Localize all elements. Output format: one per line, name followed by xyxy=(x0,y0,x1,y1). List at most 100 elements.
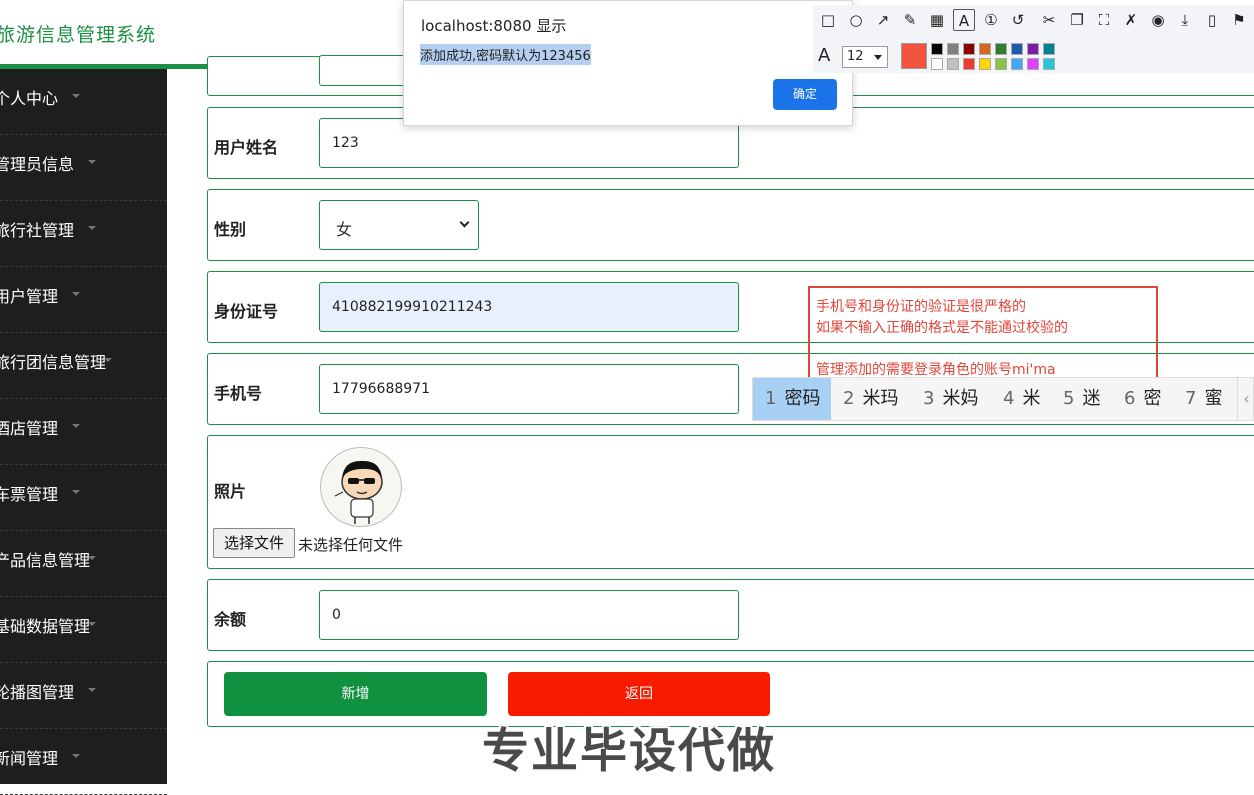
photo-label: 照片 xyxy=(214,482,247,501)
sidebar-item-label: 旅行团信息管理 xyxy=(0,353,107,372)
color-swatch[interactable] xyxy=(1027,43,1039,55)
sidebar-item-personal-center[interactable]: 个人中心 xyxy=(0,69,167,135)
annotation-line: 手机号和身份证的验证是很严格的 xyxy=(816,299,1026,315)
add-button[interactable]: 新增 xyxy=(224,672,487,716)
sidebar-item-label: 管理员信息 xyxy=(0,155,75,174)
id-number-input[interactable]: 410882199910211243 xyxy=(319,282,739,332)
chevron-down-icon xyxy=(88,160,96,164)
color-swatch[interactable] xyxy=(931,58,943,70)
font-size-select[interactable]: 12 xyxy=(842,46,888,68)
ime-candidate[interactable]: 7蜜 xyxy=(1173,378,1234,420)
phone-input[interactable]: 17796688971 xyxy=(319,364,739,414)
annotation-line: 如果不输入正确的格式是不能通过校验的 xyxy=(816,320,1068,336)
sidebar-item-products[interactable]: 产品信息管理 xyxy=(0,531,167,597)
sidebar-item-base-data[interactable]: 基础数据管理 xyxy=(0,597,167,663)
annotation-textbox[interactable]: 手机号和身份证的验证是很严格的 如果不输入正确的格式是不能通过校验的 管理添加的… xyxy=(808,286,1158,386)
arrow-icon[interactable]: ↗ xyxy=(872,9,894,31)
color-swatch[interactable] xyxy=(963,58,975,70)
ime-candidate[interactable]: 2 米玛 xyxy=(831,378,910,420)
sidebar-item-travel-agency[interactable]: 旅行社管理 xyxy=(0,201,167,267)
undo-icon[interactable]: ↺ xyxy=(1007,9,1029,31)
ime-candidate[interactable]: 3 米妈 xyxy=(911,378,990,420)
form-row-photo: 照片 选择文件 未选择任何文件 xyxy=(207,435,1254,569)
sidebar-item-label: 产品信息管理 xyxy=(0,551,91,570)
chevron-down-icon xyxy=(874,55,882,60)
back-button[interactable]: 返回 xyxy=(508,672,770,716)
chevron-down-icon xyxy=(88,688,96,692)
alert-dialog: localhost:8080 显示 添加成功,密码默认为123456 确定 xyxy=(403,0,853,126)
color-swatch[interactable] xyxy=(1043,58,1055,70)
ime-candidate[interactable]: 1 密码 xyxy=(753,378,831,420)
sidebar-item-carousel[interactable]: 轮播图管理 xyxy=(0,663,167,729)
record-icon[interactable]: ◉ xyxy=(1147,9,1169,31)
chevron-down-icon xyxy=(72,292,80,296)
sidebar-item-label: 基础数据管理 xyxy=(0,617,91,636)
chevron-down-icon xyxy=(72,490,80,494)
color-swatch[interactable] xyxy=(1011,58,1023,70)
color-swatch[interactable] xyxy=(931,43,943,55)
sidebar-item-users[interactable]: 用户管理 xyxy=(0,267,167,333)
sidebar-item-label: 新闻管理 xyxy=(0,749,59,768)
sidebar-item-label: 酒店管理 xyxy=(0,419,59,438)
color-swatch[interactable] xyxy=(1011,43,1023,55)
dialog-ok-button[interactable]: 确定 xyxy=(773,79,837,110)
sidebar-item-admin-info[interactable]: 管理员信息 xyxy=(0,135,167,201)
ime-prev-page-icon[interactable]: ‹ xyxy=(1237,378,1254,420)
sidebar-item-label: 个人中心 xyxy=(0,89,59,108)
color-swatch[interactable] xyxy=(995,58,1007,70)
current-color-swatch[interactable] xyxy=(901,43,927,69)
color-swatch[interactable] xyxy=(963,43,975,55)
dialog-title: localhost:8080 显示 xyxy=(421,17,567,35)
pin-icon[interactable]: ✗ xyxy=(1120,9,1142,31)
color-swatch[interactable] xyxy=(1027,58,1039,70)
rectangle-icon[interactable]: □ xyxy=(817,9,839,31)
ime-candidate[interactable]: 6密 xyxy=(1112,378,1173,420)
chevron-down-icon xyxy=(88,622,96,626)
font-size-value: 12 xyxy=(847,49,864,64)
chevron-down-icon xyxy=(88,226,96,230)
gender-select[interactable]: 女 xyxy=(319,200,479,250)
pencil-icon[interactable]: ✎ xyxy=(899,9,921,31)
cut-icon[interactable]: ✂ xyxy=(1038,9,1060,31)
mosaic-icon[interactable]: ▦ xyxy=(926,9,948,31)
color-swatch[interactable] xyxy=(947,58,959,70)
dialog-message: 添加成功,密码默认为123456 xyxy=(420,44,591,65)
chevron-down-icon xyxy=(72,754,80,758)
sidebar-item-tickets[interactable]: 车票管理 xyxy=(0,465,167,531)
save-icon[interactable]: ▯ xyxy=(1201,9,1223,31)
fullscreen-icon[interactable]: ⛶ xyxy=(1093,9,1115,31)
text-icon[interactable]: A xyxy=(953,9,975,31)
color-swatch[interactable] xyxy=(995,43,1007,55)
chevron-down-icon xyxy=(88,556,96,560)
form-row-gender: 性别 女 xyxy=(207,189,1254,261)
sidebar-item-label: 车票管理 xyxy=(0,485,59,504)
circle-icon[interactable]: ○ xyxy=(845,9,867,31)
sidebar-item-tour-groups[interactable]: 旅行团信息管理 xyxy=(0,333,167,399)
number-icon[interactable]: ① xyxy=(980,9,1002,31)
color-swatch[interactable] xyxy=(979,43,991,55)
sidebar-item-news[interactable]: 新闻管理 xyxy=(0,729,167,795)
balance-input[interactable]: 0 xyxy=(319,590,739,640)
sidebar-item-hotels[interactable]: 酒店管理 xyxy=(0,399,167,465)
chevron-down-icon xyxy=(72,424,80,428)
phone-label: 手机号 xyxy=(214,384,263,403)
copy-icon[interactable]: ❐ xyxy=(1066,9,1088,31)
sidebar-item-label: 轮播图管理 xyxy=(0,683,75,702)
ime-candidate[interactable]: 4米 xyxy=(991,378,1052,420)
ime-candidate[interactable]: 5迷 xyxy=(1051,378,1112,420)
font-icon: A xyxy=(818,45,831,66)
chevron-down-icon xyxy=(72,94,80,98)
download-icon[interactable]: ⤓ xyxy=(1174,9,1196,31)
chevron-down-icon xyxy=(104,358,112,362)
watermark-text: 专业毕设代做 xyxy=(482,724,776,779)
balance-label: 余额 xyxy=(214,610,247,629)
gender-label: 性别 xyxy=(214,220,247,239)
color-swatch[interactable] xyxy=(1043,43,1055,55)
annotation-toolbar: □ ○ ↗ ✎ ▦ A ① ↺ ✂ ❐ ⛶ ✗ ◉ ⤓ ▯ ⚑ A 12 xyxy=(813,5,1254,73)
bookmark-icon[interactable]: ⚑ xyxy=(1228,9,1250,31)
choose-file-button[interactable]: 选择文件 xyxy=(213,528,295,558)
color-swatch[interactable] xyxy=(979,58,991,70)
color-swatch[interactable] xyxy=(947,43,959,55)
no-file-text: 未选择任何文件 xyxy=(298,536,404,554)
annotation-line: 管理添加的需要登录角色的账号mi'ma xyxy=(816,362,1056,378)
